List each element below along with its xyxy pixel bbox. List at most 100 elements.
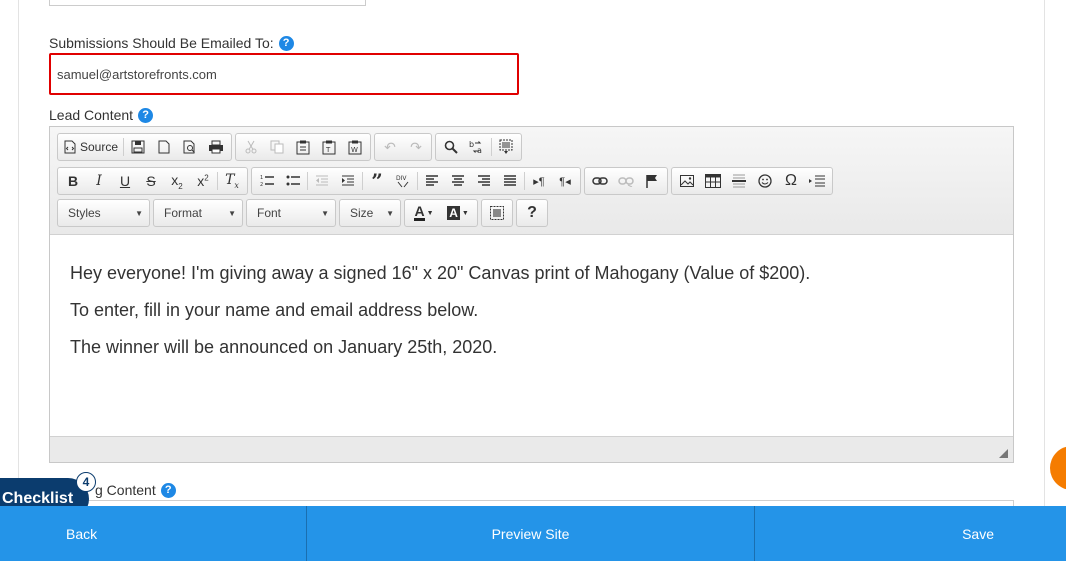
styles-dropdown-label: Styles [68,206,101,220]
justify-icon [504,175,516,186]
page-break-button[interactable] [804,169,830,193]
align-right-button[interactable] [471,169,497,193]
rtl-button[interactable]: ¶◂ [552,169,578,193]
save-button-label: Save [962,525,994,542]
align-left-button[interactable] [419,169,445,193]
bold-button[interactable]: B [60,169,86,193]
previous-input-field[interactable] [49,0,366,6]
outdent-button[interactable] [309,169,335,193]
subscript-button[interactable]: x2 [164,169,190,193]
outdent-icon [316,175,328,186]
help-icon[interactable]: ? [138,107,154,123]
create-div-icon: DIV [396,175,409,188]
underline-button[interactable]: U [112,169,138,193]
table-button[interactable] [700,169,726,193]
horizontal-line-button[interactable] [726,169,752,193]
smiley-button[interactable] [752,169,778,193]
help-icon[interactable]: ? [160,482,176,498]
text-color-button[interactable]: A ▼ [407,201,441,225]
thank-you-content-label-text: g Content [95,482,156,498]
find-button[interactable] [438,135,464,159]
font-dropdown[interactable]: Font ▼ [246,199,336,227]
redo-button[interactable]: ↷ [403,135,429,159]
align-right-icon [478,175,490,186]
email-field[interactable]: samuel@artstorefronts.com [49,53,519,95]
background-color-button[interactable]: A ▼ [441,201,475,225]
paste-word-button[interactable]: W [342,135,368,159]
new-page-icon [158,140,170,154]
preview-button[interactable] [177,135,203,159]
svg-text:T: T [325,146,331,154]
unlink-button[interactable] [613,169,639,193]
unlink-icon [618,177,634,187]
rich-text-editor: Source T W ↶ ↷ b a B I U S x2 x2 Tx 1 2 … [49,126,1014,463]
indent-button[interactable] [335,169,361,193]
basic-styles-group: B I U S x2 x2 Tx [57,167,248,195]
numbered-list-button[interactable]: 12 [254,169,280,193]
styles-dropdown[interactable]: Styles ▼ [57,199,150,227]
toolbar-separator [524,172,525,190]
bulleted-list-button[interactable] [280,169,306,193]
special-char-button[interactable]: Ω [778,169,804,193]
image-icon [680,175,694,187]
paste-text-button[interactable]: T [316,135,342,159]
blockquote-icon: ” [371,169,383,193]
ltr-icon: ▸¶ [533,175,545,188]
size-dropdown-label: Size [350,206,374,220]
create-div-button[interactable]: DIV [390,169,416,193]
superscript-button[interactable]: x2 [190,169,216,193]
remove-format-button[interactable]: Tx [219,169,245,193]
format-dropdown[interactable]: Format ▼ [153,199,243,227]
copy-button[interactable] [264,135,290,159]
link-icon [592,177,608,185]
select-all-button[interactable] [493,135,519,159]
save-doc-button[interactable] [125,135,151,159]
find-group: ba [435,133,523,161]
toolbar-row-2: B I U S x2 x2 Tx 12 ” DIV ▸¶ ¶◂ Ω [57,167,833,195]
chevron-down-icon: ▼ [386,208,394,218]
paste-word-icon: W [348,140,362,154]
page-break-icon [809,175,825,187]
new-page-button[interactable] [151,135,177,159]
image-button[interactable] [674,169,700,193]
bold-icon: B [67,173,79,189]
size-dropdown[interactable]: Size ▼ [339,199,401,227]
about-button[interactable]: ? [519,201,545,225]
align-center-button[interactable] [445,169,471,193]
chat-launcher-button[interactable] [1050,446,1066,490]
superscript-icon: x2 [197,173,209,189]
colors-group: A ▼ A ▼ [404,199,478,227]
editor-content[interactable]: Hey everyone! I'm giving away a signed 1… [50,235,1013,436]
toolbar-separator [217,172,218,190]
source-button[interactable]: Source [60,135,122,159]
preview-site-button[interactable]: Preview Site [307,506,755,561]
save-icon [131,140,145,154]
anchor-button[interactable] [639,169,665,193]
ltr-button[interactable]: ▸¶ [526,169,552,193]
back-button[interactable]: Back [0,506,307,561]
show-blocks-icon [490,206,504,220]
paragraph-group: 12 ” DIV ▸¶ ¶◂ [251,167,581,195]
print-button[interactable] [203,135,229,159]
link-button[interactable] [587,169,613,193]
source-icon [64,140,76,154]
toolbar-row-3: Styles ▼ Format ▼ Font ▼ Size ▼ A ▼ A ▼ … [57,199,548,227]
italic-button[interactable]: I [86,169,112,193]
search-icon [444,140,458,154]
page: Submissions Should Be Emailed To: ? samu… [0,0,1066,561]
remove-format-icon: Tx [225,172,239,190]
replace-button[interactable]: ba [464,135,490,159]
paste-button[interactable] [290,135,316,159]
resize-handle-icon[interactable] [999,449,1008,458]
cut-button[interactable] [238,135,264,159]
strikethrough-button[interactable]: S [138,169,164,193]
undo-button[interactable]: ↶ [377,135,403,159]
align-left-icon [426,175,438,186]
toolbar-separator [123,138,125,156]
blockquote-button[interactable]: ” [364,169,390,193]
show-blocks-button[interactable] [484,201,510,225]
justify-button[interactable] [497,169,523,193]
italic-icon: I [96,173,102,189]
save-button[interactable]: Save [755,506,1066,561]
help-icon[interactable]: ? [278,35,294,51]
